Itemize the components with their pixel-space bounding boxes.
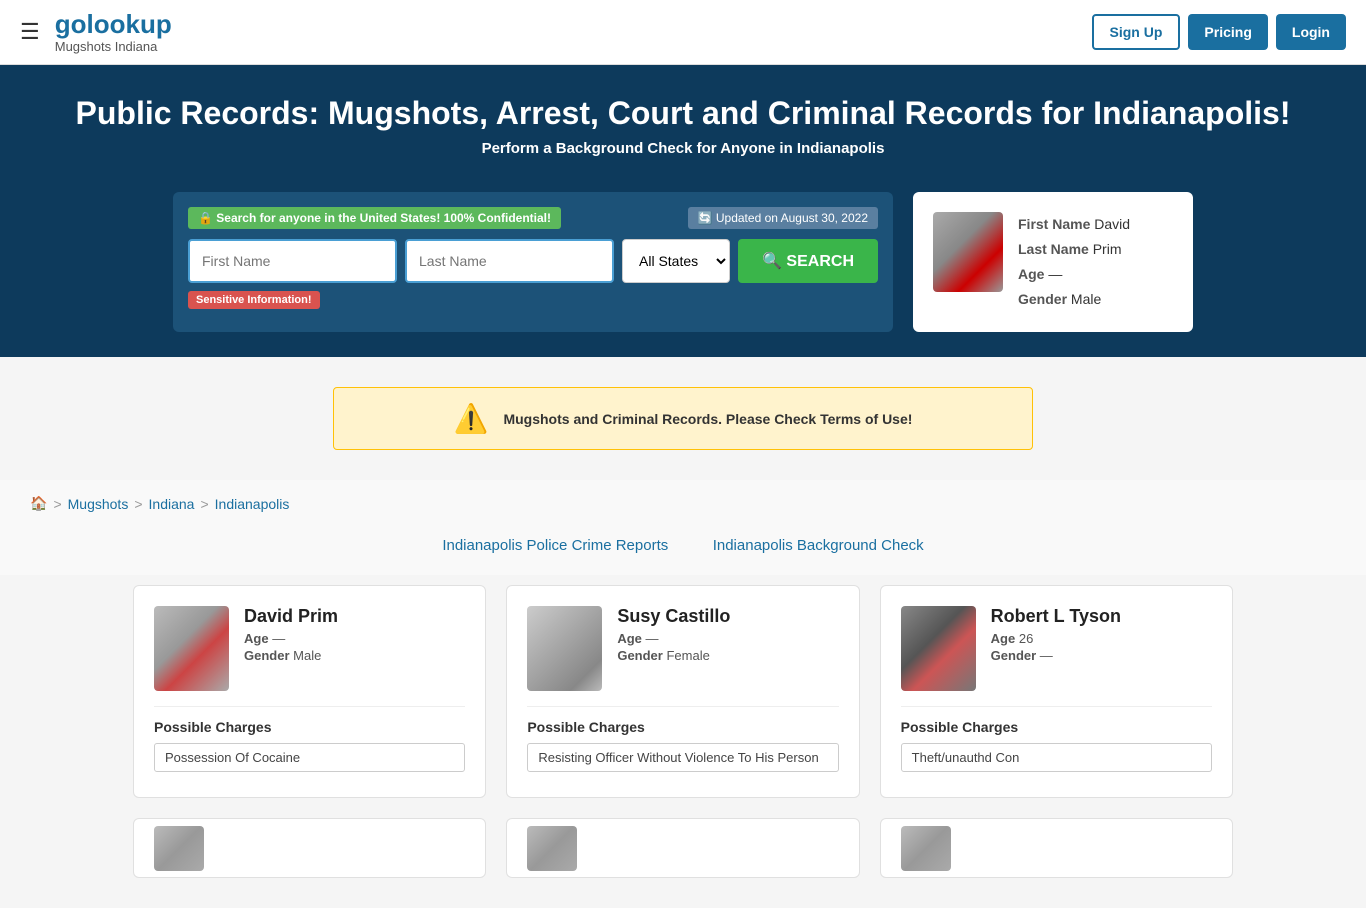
person-card-1: Susy Castillo Age — Gender Female Possib… <box>506 585 859 798</box>
person-card-0: David Prim Age — Gender Male Possible Ch… <box>133 585 486 798</box>
charges-title-2: Possible Charges <box>901 719 1212 735</box>
charges-title-1: Possible Charges <box>527 719 838 735</box>
partial-card-2 <box>880 818 1233 878</box>
person-info-0: David Prim Age — Gender Male <box>244 606 338 665</box>
hamburger-menu[interactable]: ☰ <box>20 19 40 45</box>
person-card-header-1: Susy Castillo Age — Gender Female <box>527 606 838 691</box>
breadcrumb-sep3: > <box>200 496 208 512</box>
sensitive-badge: Sensitive Information! <box>188 291 320 309</box>
top-header: ☰ golookup Mugshots Indiana Sign Up Pric… <box>0 0 1366 65</box>
hero-subtitle: Perform a Background Check for Anyone in… <box>20 140 1346 157</box>
quick-link-crime-reports[interactable]: Indianapolis Police Crime Reports <box>442 537 668 554</box>
person-gender-0: Gender Male <box>244 648 338 663</box>
hero-title: Public Records: Mugshots, Arrest, Court … <box>20 95 1346 132</box>
person-avatar-0 <box>154 606 229 691</box>
person-name-2[interactable]: Robert L Tyson <box>991 606 1121 627</box>
person-name-0[interactable]: David Prim <box>244 606 338 627</box>
cards-grid: David Prim Age — Gender Male Possible Ch… <box>133 585 1233 798</box>
charges-title-0: Possible Charges <box>154 719 465 735</box>
signup-button[interactable]: Sign Up <box>1092 14 1181 50</box>
partial-avatar-1 <box>527 826 577 871</box>
search-inputs: All States 🔍 SEARCH <box>188 239 878 283</box>
profile-first-name: First Name David <box>1018 212 1130 237</box>
person-name-1[interactable]: Susy Castillo <box>617 606 730 627</box>
charges-section-0: Possible Charges Possession Of Cocaine <box>154 706 465 772</box>
person-gender-2: Gender — <box>991 648 1121 663</box>
profile-age: Age — <box>1018 262 1130 287</box>
search-top-bar: 🔒 Search for anyone in the United States… <box>188 207 878 229</box>
person-age-2: Age 26 <box>991 631 1121 646</box>
breadcrumb-home[interactable]: 🏠 <box>30 495 47 512</box>
header-buttons: Sign Up Pricing Login <box>1092 14 1346 50</box>
charges-section-1: Possible Charges Resisting Officer Witho… <box>527 706 838 772</box>
breadcrumb-indiana[interactable]: Indiana <box>149 496 195 512</box>
confidential-badge: 🔒 Search for anyone in the United States… <box>188 207 561 229</box>
charges-section-2: Possible Charges Theft/unauthd Con <box>901 706 1212 772</box>
profile-info: First Name David Last Name Prim Age — Ge… <box>1018 212 1130 313</box>
breadcrumb-section: 🏠 > Mugshots > Indiana > Indianapolis <box>0 480 1366 527</box>
logo-subtitle: Mugshots Indiana <box>55 39 172 54</box>
breadcrumb-sep1: > <box>53 496 61 512</box>
warning-text: Mugshots and Criminal Records. Please Ch… <box>503 411 912 427</box>
person-avatar-2 <box>901 606 976 691</box>
partial-card-1 <box>506 818 859 878</box>
updated-badge: 🔄 Updated on August 30, 2022 <box>688 207 878 229</box>
person-info-1: Susy Castillo Age — Gender Female <box>617 606 730 665</box>
pricing-button[interactable]: Pricing <box>1188 14 1267 50</box>
warning-bar: ⚠️ Mugshots and Criminal Records. Please… <box>333 387 1033 450</box>
warning-icon: ⚠️ <box>454 402 489 435</box>
person-avatar-1 <box>527 606 602 691</box>
profile-gender: Gender Male <box>1018 287 1130 312</box>
logo-text: golookup <box>55 9 172 39</box>
hero-section: Public Records: Mugshots, Arrest, Court … <box>0 65 1366 177</box>
breadcrumb-sep2: > <box>134 496 142 512</box>
partial-card-0 <box>133 818 486 878</box>
partial-cards-row <box>133 818 1233 888</box>
last-name-input[interactable] <box>405 239 614 283</box>
partial-avatar-2 <box>901 826 951 871</box>
person-info-2: Robert L Tyson Age 26 Gender — <box>991 606 1121 665</box>
search-box: 🔒 Search for anyone in the United States… <box>173 192 893 333</box>
person-card-2: Robert L Tyson Age 26 Gender — Possible … <box>880 585 1233 798</box>
state-select[interactable]: All States <box>622 239 730 283</box>
quick-link-background-check[interactable]: Indianapolis Background Check <box>713 537 924 554</box>
login-button[interactable]: Login <box>1276 14 1346 50</box>
person-age-0: Age — <box>244 631 338 646</box>
quick-links: Indianapolis Police Crime Reports Indian… <box>0 527 1366 575</box>
breadcrumb-indianapolis[interactable]: Indianapolis <box>215 496 290 512</box>
profile-last-name: Last Name Prim <box>1018 237 1130 262</box>
header-left: ☰ golookup Mugshots Indiana <box>20 10 172 54</box>
search-button[interactable]: 🔍 SEARCH <box>738 239 878 283</box>
profile-card: First Name David Last Name Prim Age — Ge… <box>913 192 1193 333</box>
partial-avatar-0 <box>154 826 204 871</box>
cards-section: David Prim Age — Gender Male Possible Ch… <box>0 575 1366 908</box>
logo[interactable]: golookup Mugshots Indiana <box>55 10 172 54</box>
person-age-1: Age — <box>617 631 730 646</box>
breadcrumb-mugshots[interactable]: Mugshots <box>68 496 129 512</box>
person-gender-1: Gender Female <box>617 648 730 663</box>
person-card-header-0: David Prim Age — Gender Male <box>154 606 465 691</box>
person-card-header-2: Robert L Tyson Age 26 Gender — <box>901 606 1212 691</box>
profile-avatar <box>933 212 1003 292</box>
first-name-input[interactable] <box>188 239 397 283</box>
breadcrumb: 🏠 > Mugshots > Indiana > Indianapolis <box>30 495 1336 512</box>
search-section: 🔒 Search for anyone in the United States… <box>0 177 1366 358</box>
